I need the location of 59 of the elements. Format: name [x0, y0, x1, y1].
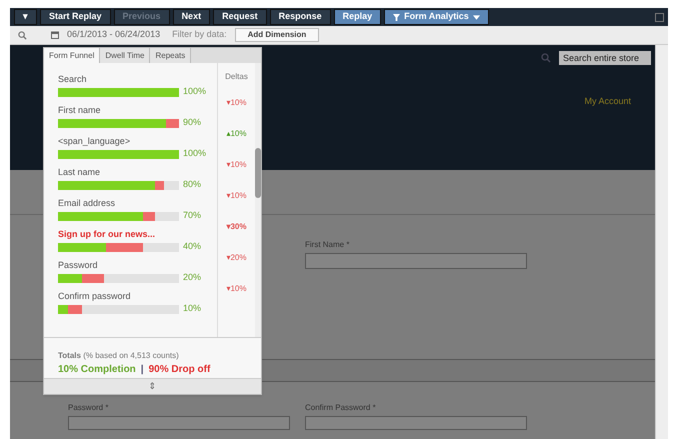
- percent-value: 20%: [183, 271, 202, 284]
- field-label: First Name *: [305, 239, 350, 251]
- toolbar-button[interactable]: Response: [270, 9, 331, 25]
- search-icon[interactable]: [18, 30, 27, 40]
- delta-value: ▾10%: [226, 282, 246, 294]
- completion-value: 10% Completion: [58, 363, 136, 377]
- percent-value: 10%: [183, 302, 202, 316]
- percent-value: 70%: [183, 209, 202, 222]
- percent-value: 100%: [183, 85, 206, 98]
- percent-value: 90%: [183, 116, 202, 130]
- delta-value: ▾10%: [226, 158, 246, 170]
- maximize-icon[interactable]: [655, 12, 664, 22]
- input-field[interactable]: [305, 253, 527, 269]
- scroll-thumb[interactable]: [255, 148, 261, 198]
- field-label: Sign up for our news...: [58, 229, 156, 240]
- search-field[interactable]: Search entire store: [559, 51, 651, 65]
- toolbar-button[interactable]: Replay: [334, 9, 382, 25]
- separator: |: [140, 363, 144, 377]
- caret-icon: [472, 14, 480, 20]
- funnel-icon: [393, 14, 400, 20]
- search-icon: [541, 53, 551, 63]
- calendar-icon[interactable]: [51, 31, 59, 39]
- field-label: Confirm Password *: [305, 402, 377, 414]
- percent-value: 80%: [183, 178, 202, 192]
- input-field[interactable]: [68, 416, 290, 430]
- resize-handle[interactable]: ⇕: [44, 378, 261, 394]
- field-label: <span_language>: [58, 136, 132, 148]
- panel-tab[interactable]: Form Funnel: [44, 48, 100, 63]
- field-label: Search: [58, 74, 88, 86]
- field-label: Email address: [58, 198, 116, 210]
- drop-off-value: 90% Drop off: [148, 363, 210, 377]
- toolbar-button[interactable]: Next: [172, 9, 210, 25]
- field-label: Password: [58, 260, 99, 272]
- input-field[interactable]: [305, 416, 527, 430]
- dropdown-button[interactable]: Form Analytics: [384, 9, 489, 25]
- delta-value: ▾30%: [226, 220, 246, 232]
- field-label: Confirm password: [58, 291, 132, 302]
- totals-text: Totals (% based on 4,513 counts): [58, 350, 180, 362]
- percent-value: 40%: [183, 240, 202, 254]
- date-range[interactable]: 06/1/2013 - 06/24/2013: [67, 28, 160, 42]
- toolbar-button[interactable]: ▾: [14, 9, 37, 25]
- field-label: First name: [58, 105, 102, 116]
- toolbar-button[interactable]: Start Replay: [40, 9, 111, 25]
- scrollbar[interactable]: [255, 63, 261, 337]
- filter-label: Filter by data:: [172, 28, 227, 42]
- delta-value: ▾10%: [226, 96, 246, 108]
- field-label: Last name: [58, 167, 102, 178]
- percent-value: 100%: [183, 147, 206, 160]
- delta-value: ▾10%: [226, 190, 246, 202]
- toolbar-button[interactable]: Request: [213, 9, 267, 25]
- delta-value: ▴10%: [226, 128, 246, 140]
- panel-tab[interactable]: Repeats: [150, 48, 192, 63]
- panel-tab[interactable]: Dwell Time: [100, 48, 150, 63]
- column-heading: Deltas: [225, 71, 248, 83]
- delta-value: ▾20%: [226, 252, 246, 264]
- field-label: Password *: [68, 402, 110, 414]
- account-link[interactable]: My Account: [584, 95, 631, 108]
- add-dimension-button[interactable]: Add Dimension: [234, 28, 320, 42]
- scrollbar[interactable]: [655, 45, 668, 439]
